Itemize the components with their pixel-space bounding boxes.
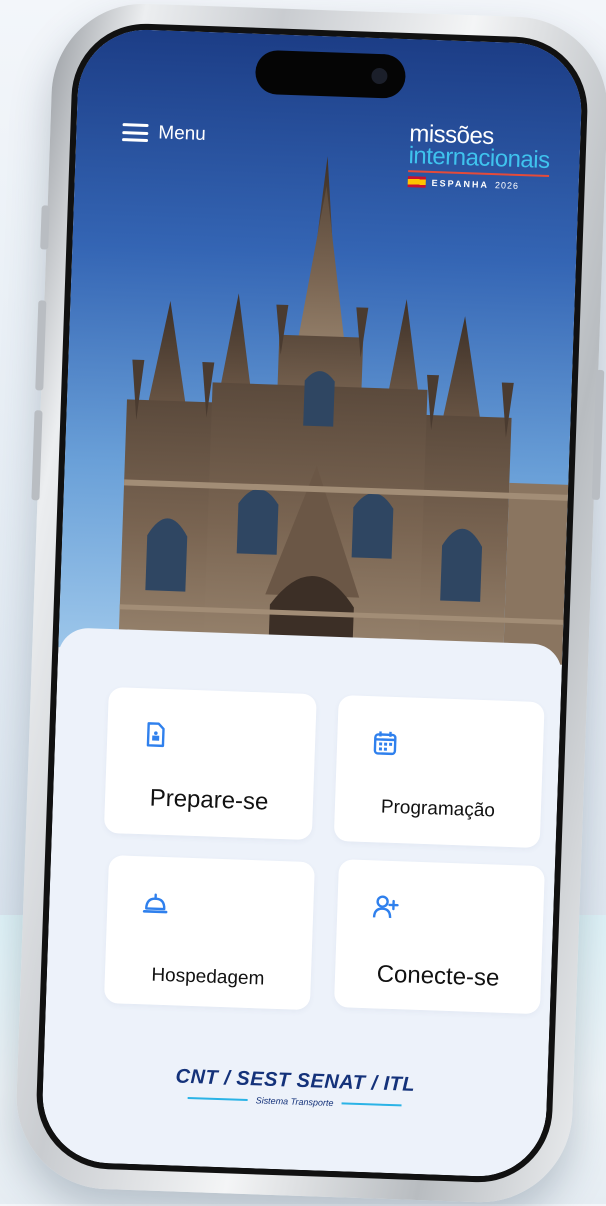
phone-silent-switch [40, 205, 50, 249]
hospedagem-card[interactable]: Hospedagem [104, 855, 315, 1010]
conecte-se-label: Conecte-se [335, 959, 542, 994]
footer-rule-left [188, 1097, 248, 1101]
hero-image: Menu missões internacionais ESPANHA 2026 [58, 28, 583, 665]
brand-year: 2026 [495, 180, 519, 191]
dynamic-island [255, 50, 406, 99]
footer-rule-right [341, 1102, 401, 1106]
add-user-icon [371, 892, 400, 921]
menu-label: Menu [158, 122, 206, 146]
camera-icon [371, 68, 388, 85]
footer-tagline: Sistema Transporte [255, 1095, 333, 1108]
conecte-se-card[interactable]: Conecte-se [334, 859, 545, 1014]
phone-volume-down [31, 410, 42, 500]
phone-volume-up [35, 300, 46, 390]
programacao-label: Programação [335, 795, 542, 824]
brand-logo: missões internacionais ESPANHA 2026 [407, 123, 550, 192]
spain-flag-icon [407, 176, 425, 188]
phone-power-button [592, 370, 605, 500]
brand-country: ESPANHA [431, 177, 489, 189]
hospedagem-label: Hospedagem [105, 963, 312, 992]
phone-screen: Menu missões internacionais ESPANHA 2026 [34, 21, 590, 1184]
hamburger-icon [122, 123, 149, 142]
brand-line-2: internacionais [408, 145, 550, 172]
prepare-se-card[interactable]: Prepare-se [104, 687, 317, 840]
prepare-se-label: Prepare-se [105, 783, 314, 818]
document-icon [141, 720, 170, 749]
calendar-icon [371, 728, 400, 757]
menu-button[interactable]: Menu [122, 121, 206, 146]
cnt-sest-senat-logo: CNT / SEST SENAT / ITL Sistema Transport… [43, 1061, 548, 1116]
service-bell-icon [141, 888, 170, 917]
phone-frame: Menu missões internacionais ESPANHA 2026 [13, 1, 606, 1206]
app-screen: Menu missões internacionais ESPANHA 2026 [40, 28, 583, 1179]
home-menu-sheet: Prepare-se Programação [40, 627, 562, 1178]
programacao-card[interactable]: Programação [334, 695, 545, 848]
